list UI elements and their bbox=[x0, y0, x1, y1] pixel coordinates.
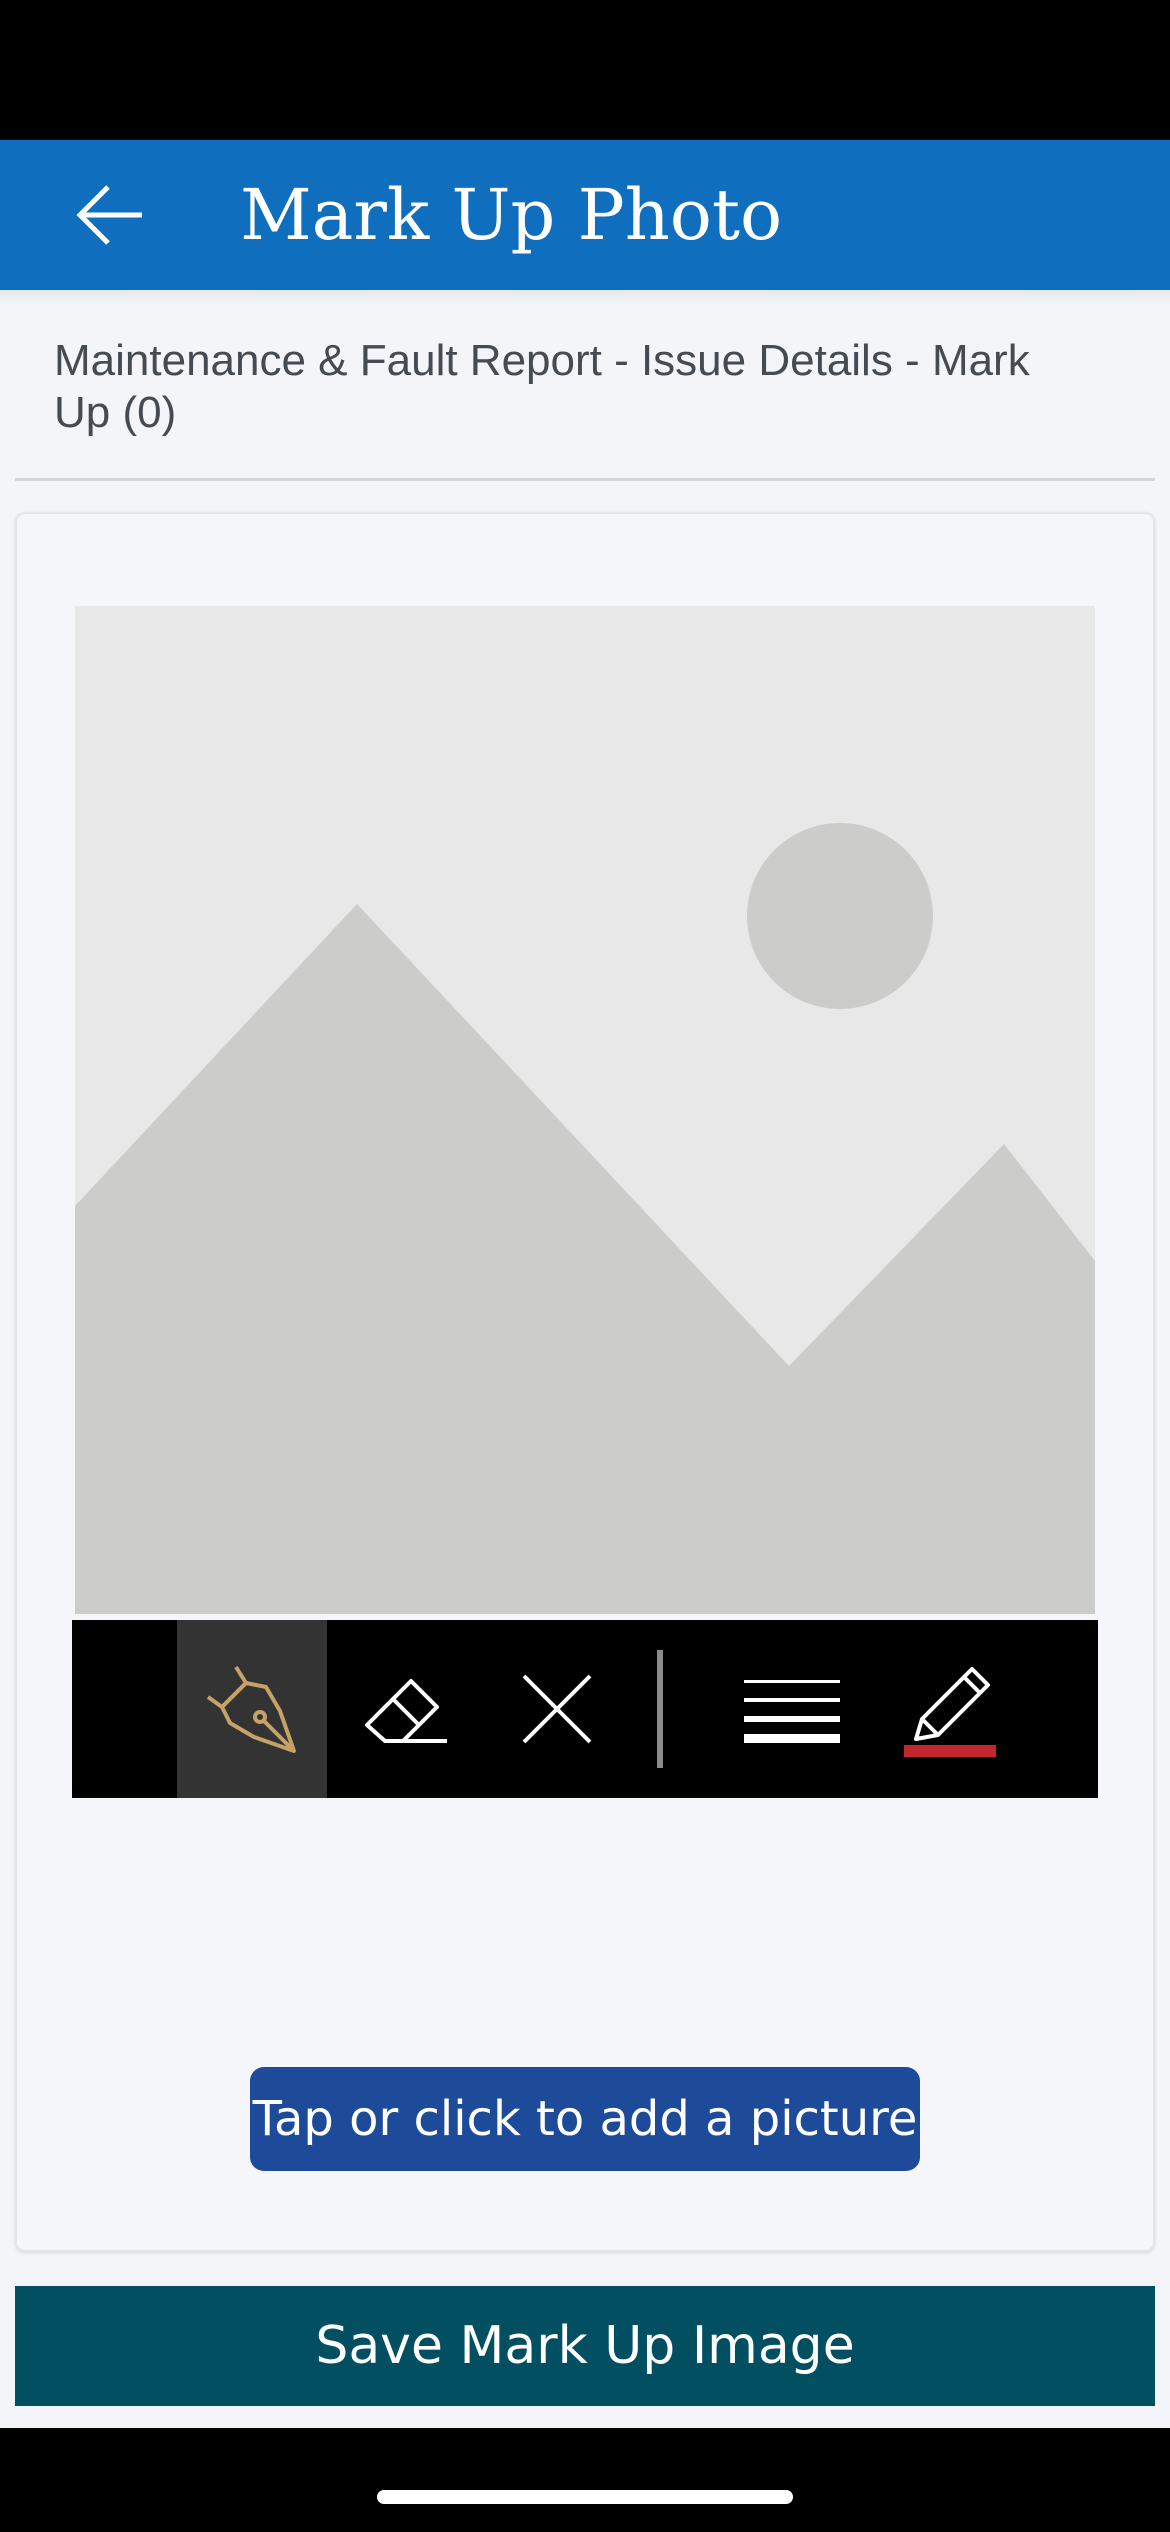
pen-nib-icon bbox=[206, 1665, 296, 1753]
pen-tool-button[interactable] bbox=[177, 1620, 327, 1798]
page-title: Mark Up Photo bbox=[240, 174, 783, 256]
add-picture-button[interactable]: Tap or click to add a picture bbox=[250, 2067, 920, 2171]
divider bbox=[15, 478, 1155, 481]
color-tool-button[interactable] bbox=[872, 1620, 1032, 1798]
line-width-tool-button[interactable] bbox=[712, 1620, 872, 1798]
bottom-bar bbox=[0, 2428, 1170, 2532]
header-shadow bbox=[0, 290, 1170, 304]
line-weight-icon bbox=[744, 1680, 840, 1743]
app-header: Mark Up Photo bbox=[0, 140, 1170, 290]
image-placeholder-icon[interactable] bbox=[75, 606, 1095, 1614]
pencil-color-icon bbox=[904, 1667, 996, 1757]
save-markup-button[interactable]: Save Mark Up Image bbox=[15, 2286, 1155, 2406]
breadcrumb: Maintenance & Fault Report - Issue Detai… bbox=[54, 336, 1030, 437]
toolbar-separator bbox=[657, 1650, 663, 1768]
arrow-left-icon bbox=[76, 185, 142, 245]
drawing-toolbar bbox=[72, 1620, 1098, 1798]
home-indicator[interactable] bbox=[377, 2490, 793, 2504]
status-bar bbox=[0, 0, 1170, 140]
close-icon bbox=[522, 1674, 592, 1744]
eraser-icon bbox=[365, 1679, 447, 1743]
back-button[interactable] bbox=[60, 170, 160, 260]
eraser-tool-button[interactable] bbox=[337, 1620, 477, 1798]
clear-tool-button[interactable] bbox=[487, 1620, 627, 1798]
